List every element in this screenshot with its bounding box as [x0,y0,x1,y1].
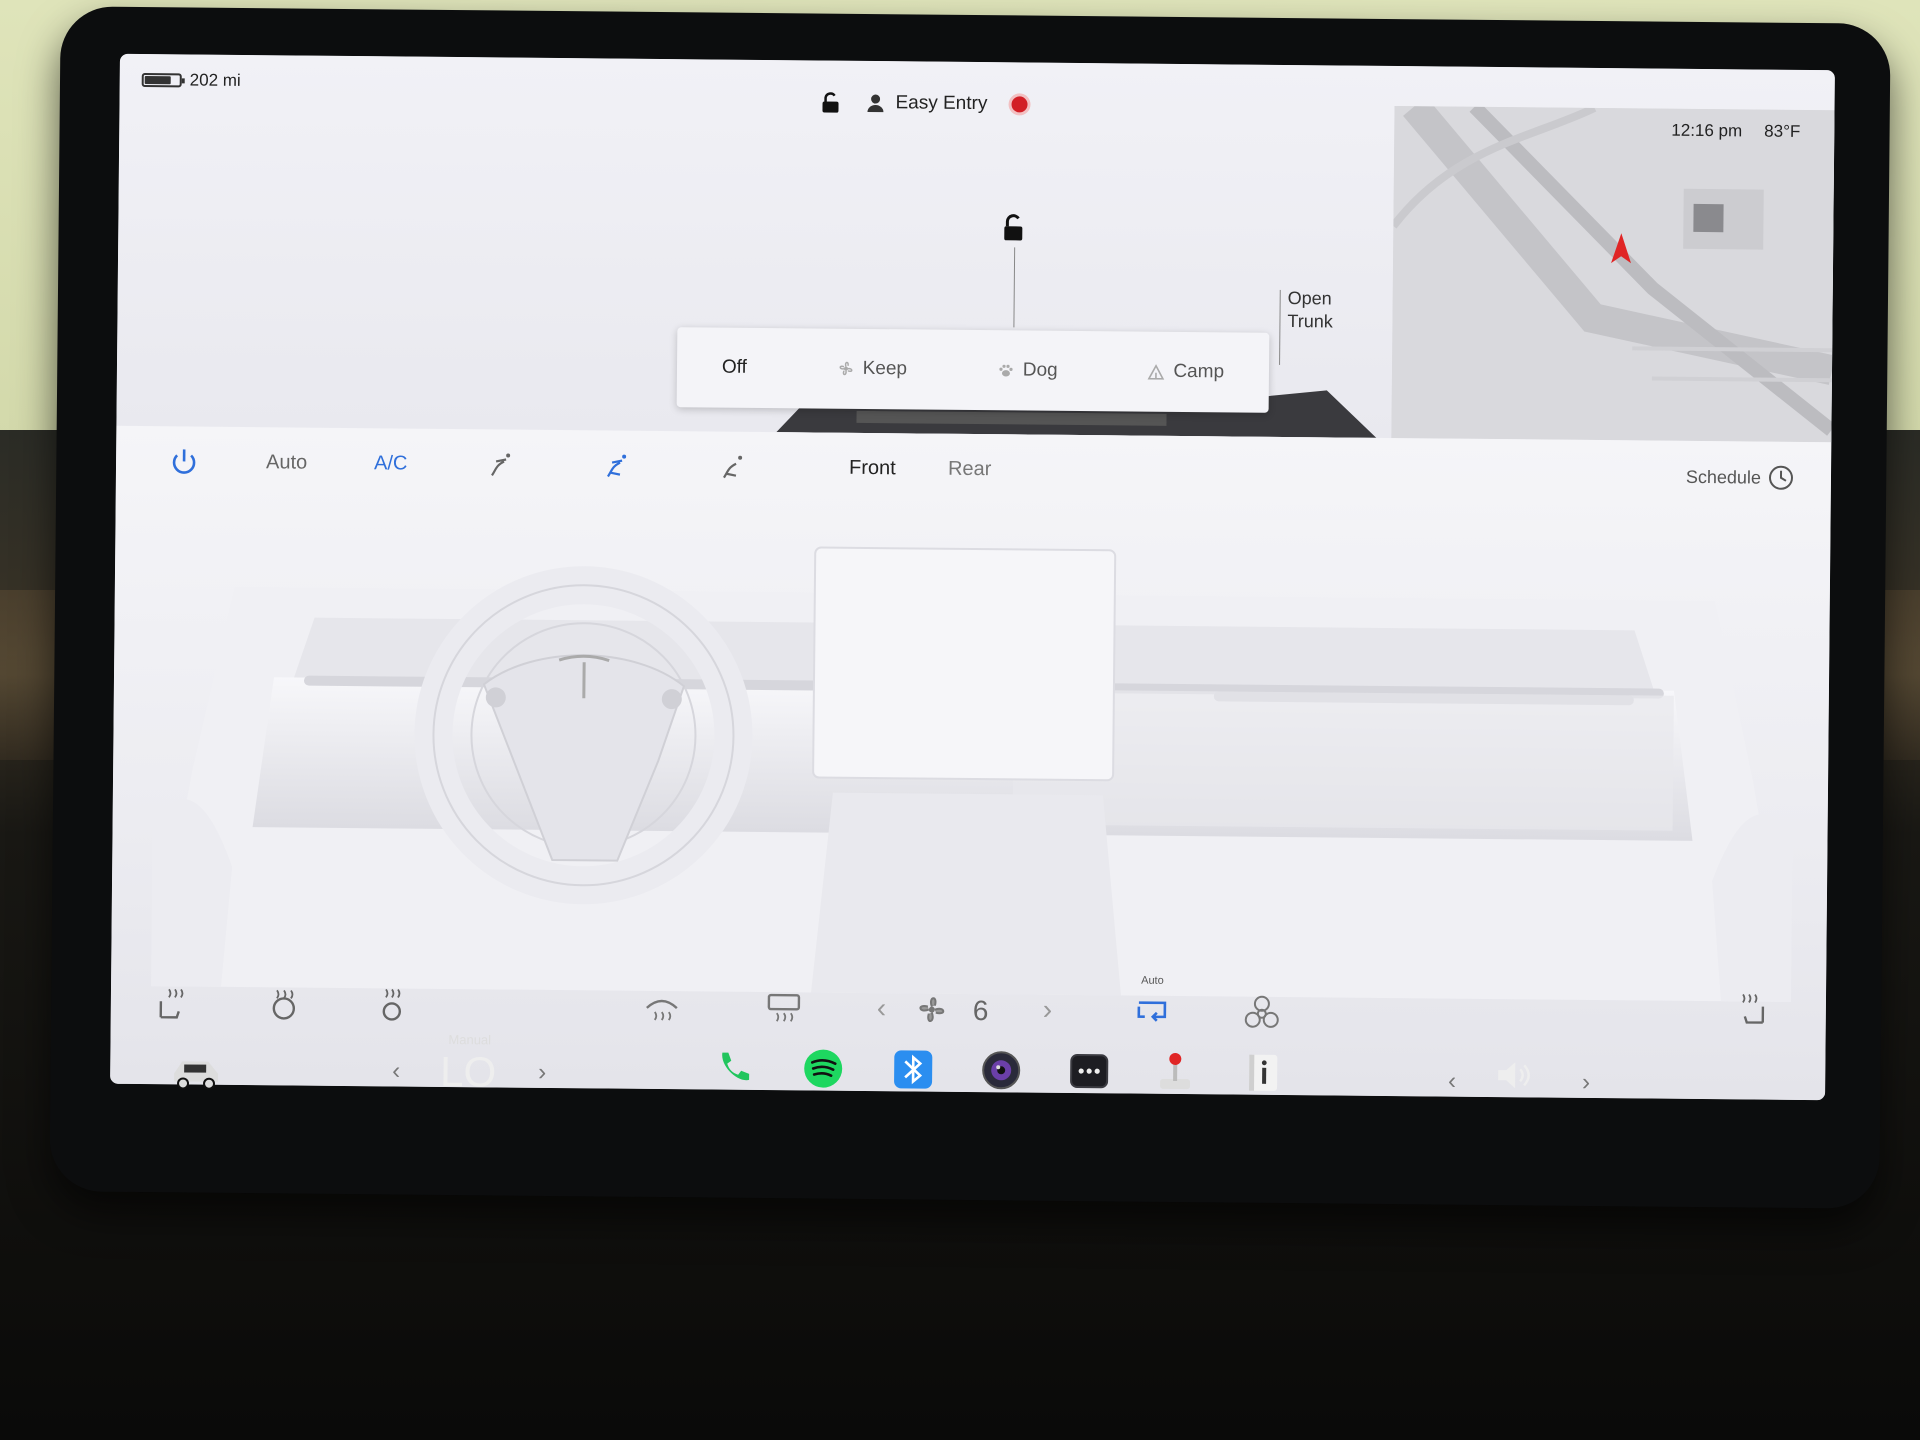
battery-icon [141,73,182,88]
profile-name: Easy Entry [895,92,988,115]
fan-icon [839,361,853,376]
paw-icon [999,364,1013,377]
map-graphic [1391,106,1835,443]
touchscreen: 202 mi Easy Entry 12:16 pm 83°F Open Tru… [110,53,1835,1101]
keep-mode-off-label: Off [721,356,747,378]
climate-panel: Auto A/C Front Rear Schedule ‹ 6 › Auto [110,425,1832,1101]
more-icon[interactable] [1066,1048,1112,1094]
taskbar: ‹ Manual LO › ‹ › [109,1017,1830,1164]
seat-heater-right-icon[interactable] [1731,986,1773,1028]
ac-button[interactable]: A/C [374,452,408,475]
mini-map[interactable] [1391,106,1835,443]
auto-climate-button[interactable]: Auto [266,451,307,474]
schedule-button[interactable]: Schedule [1686,467,1761,489]
battery-level [144,76,171,85]
keep-mode-keep-label: Keep [862,357,908,380]
range-text: 202 mi [189,70,241,90]
keep-mode-camp-label: Camp [1173,360,1225,383]
open-trunk-button[interactable]: Open Trunk [1287,287,1333,333]
car-icon[interactable] [170,1053,222,1090]
dashcam-record-icon[interactable] [1011,96,1028,113]
airflow-face-feet-icon[interactable] [598,448,634,484]
phone-icon[interactable] [710,1045,756,1091]
zone-front-tab[interactable]: Front [849,457,896,480]
temperature-mode-label: Manual [448,1031,492,1048]
trunk-label-line1: Open [1287,288,1332,309]
driver-profile[interactable]: Easy Entry [865,92,988,115]
volume-decrease-button[interactable]: ‹ [1448,1068,1456,1096]
zone-rear-tab[interactable]: Rear [948,458,992,481]
frunk-unlock-icon[interactable] [998,212,1028,242]
keep-mode-dog-label: Dog [1022,359,1058,381]
fan-increase-button[interactable]: › [1043,994,1053,1026]
clock-icon[interactable] [1765,462,1797,494]
keep-mode-camp[interactable]: Camp [1147,361,1224,384]
keep-mode-off[interactable]: Off [722,357,747,379]
battery-status[interactable]: 202 mi [141,70,241,91]
toybox-icon[interactable] [1152,1049,1198,1095]
outside-temperature: 83°F [1764,121,1801,141]
frunk-callout-line [1013,247,1016,328]
volume-increase-button[interactable]: › [1582,1069,1590,1097]
car-view[interactable]: 202 mi Easy Entry 12:16 pm 83°F Open Tru… [116,53,1835,443]
recirculate-auto-label: Auto [1141,974,1164,987]
top-status-right: 12:16 pm 83°F [1671,121,1800,142]
keep-mode-dog[interactable]: Dog [997,359,1058,382]
climate-power-icon[interactable] [166,444,202,480]
climate-control-row: Auto A/C Front Rear Schedule [116,426,1832,522]
lock-status-icon[interactable] [819,91,841,115]
airflow-feet-icon[interactable] [714,450,750,486]
keep-mode-keep[interactable]: Keep [837,357,908,381]
spotify-icon[interactable] [800,1045,846,1091]
airflow-face-icon[interactable] [482,447,518,483]
volume-icon[interactable] [1490,1052,1536,1098]
climate-keep-menu: Off Keep Dog Camp [676,327,1270,413]
top-status-center: Easy Entry [819,91,1028,117]
trunk-label-line2: Trunk [1287,311,1333,332]
temp-decrease-button[interactable]: ‹ [392,1057,400,1085]
camera-icon[interactable] [978,1047,1024,1093]
person-icon [867,94,884,113]
temp-increase-button[interactable]: › [538,1059,546,1087]
fan-speed-value: 6 [972,995,989,1027]
tent-icon [1147,364,1165,380]
manual-icon[interactable] [1240,1050,1286,1096]
trunk-callout-line [1279,289,1281,365]
bluetooth-icon[interactable] [890,1046,936,1092]
clock-time: 12:16 pm [1671,120,1743,141]
fan-decrease-button[interactable]: ‹ [877,992,887,1024]
temperature-value[interactable]: LO [440,1048,496,1097]
